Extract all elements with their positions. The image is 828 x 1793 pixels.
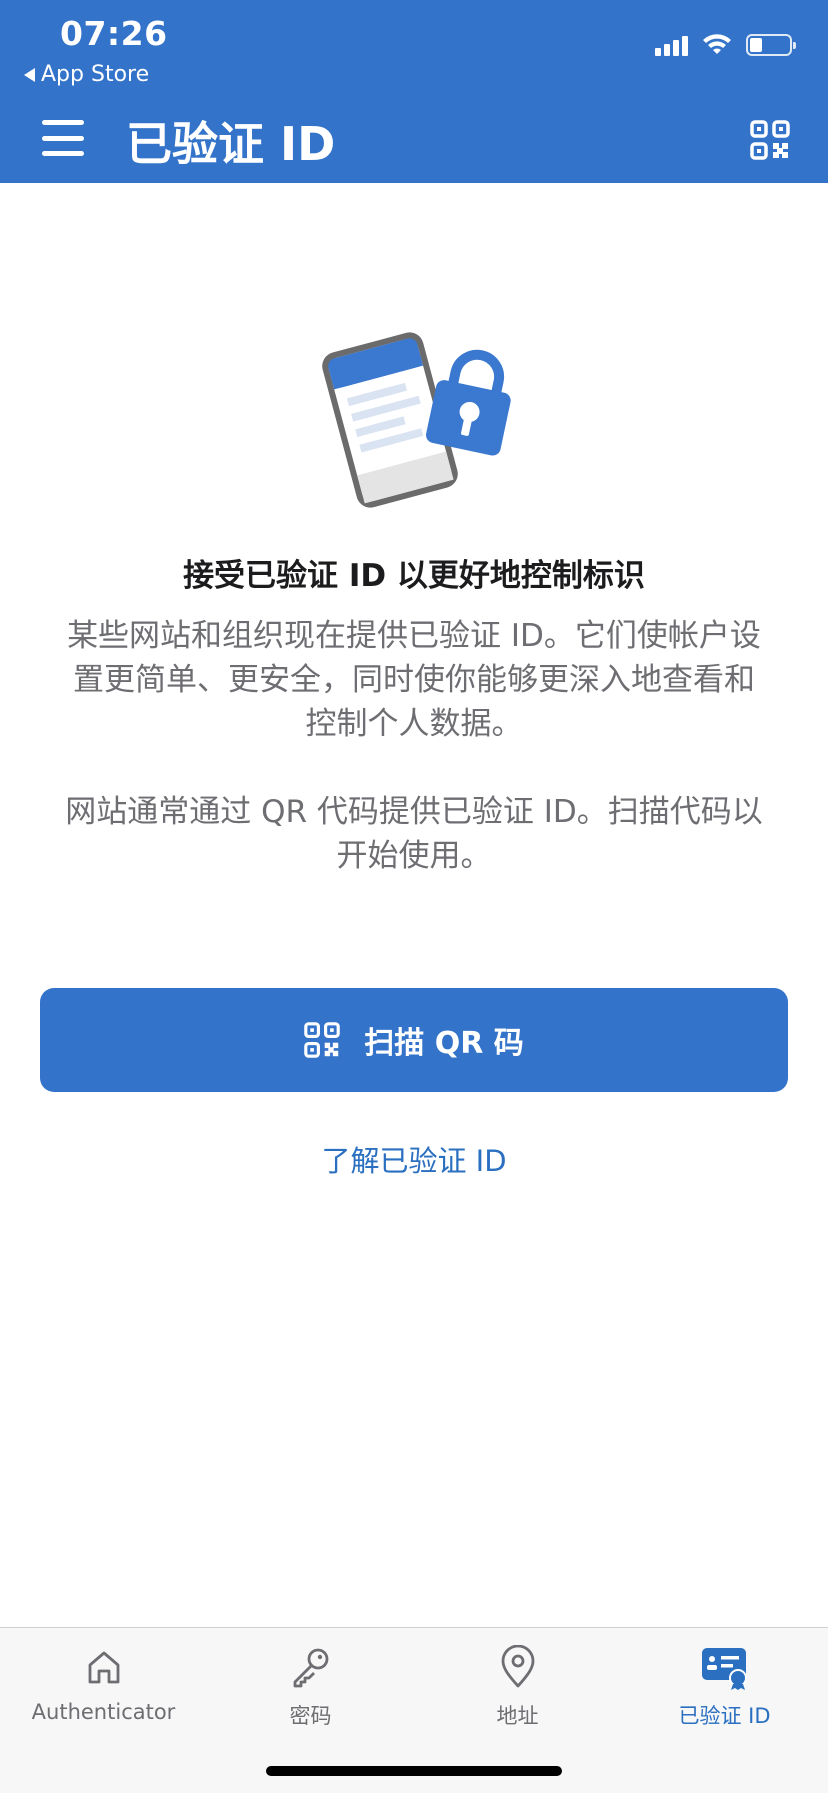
id-card-badge-icon <box>701 1648 747 1690</box>
back-app-label: App Store <box>41 62 150 87</box>
tab-passwords-label: 密码 <box>289 1704 332 1728</box>
description-paragraph-2: 网站通常通过 QR 代码提供已验证 ID。扫描代码以开始使用。 <box>65 794 763 874</box>
wifi-icon <box>703 34 731 54</box>
description-paragraph-1: 某些网站和组织现在提供已验证 ID。它们使帐户设置更简单、更安全，同时使你能够更… <box>67 618 761 742</box>
learn-verified-id-link[interactable]: 了解已验证 ID <box>0 1138 828 1180</box>
scan-qr-button-label: 扫描 QR 码 <box>364 1026 524 1061</box>
status-time: 07:26 <box>60 14 168 53</box>
status-icons <box>655 34 796 56</box>
cellular-signal-icon <box>655 34 688 56</box>
tab-verified-id-label: 已验证 ID <box>678 1704 771 1728</box>
hamburger-menu-icon[interactable] <box>42 120 84 156</box>
headline: 接受已验证 ID 以更好地控制标识 <box>183 558 645 594</box>
tab-addresses[interactable]: 地址 <box>414 1642 621 1738</box>
app-header: 07:26 App Store 已验证 ID <box>0 0 828 183</box>
key-icon <box>293 1648 328 1688</box>
location-pin-icon <box>501 1645 534 1688</box>
qr-code-icon[interactable] <box>750 120 790 160</box>
home-indicator <box>266 1766 562 1776</box>
back-arrow-icon <box>24 67 35 82</box>
tab-passwords[interactable]: 密码 <box>207 1642 414 1738</box>
tab-authenticator-label: Authenticator <box>31 1700 176 1724</box>
tab-addresses-label: 地址 <box>496 1704 539 1728</box>
battery-icon <box>746 34 796 56</box>
tab-verified-id[interactable]: 已验证 ID <box>621 1642 828 1738</box>
qr-code-icon <box>304 1022 341 1058</box>
page-title: 已验证 ID <box>126 117 336 171</box>
back-to-app-store[interactable]: App Store <box>24 62 149 87</box>
scan-qr-button[interactable]: 扫描 QR 码 <box>40 988 788 1092</box>
phone-with-lock-icon <box>322 332 511 508</box>
home-icon <box>88 1651 119 1684</box>
tab-authenticator[interactable]: Authenticator <box>0 1642 207 1738</box>
